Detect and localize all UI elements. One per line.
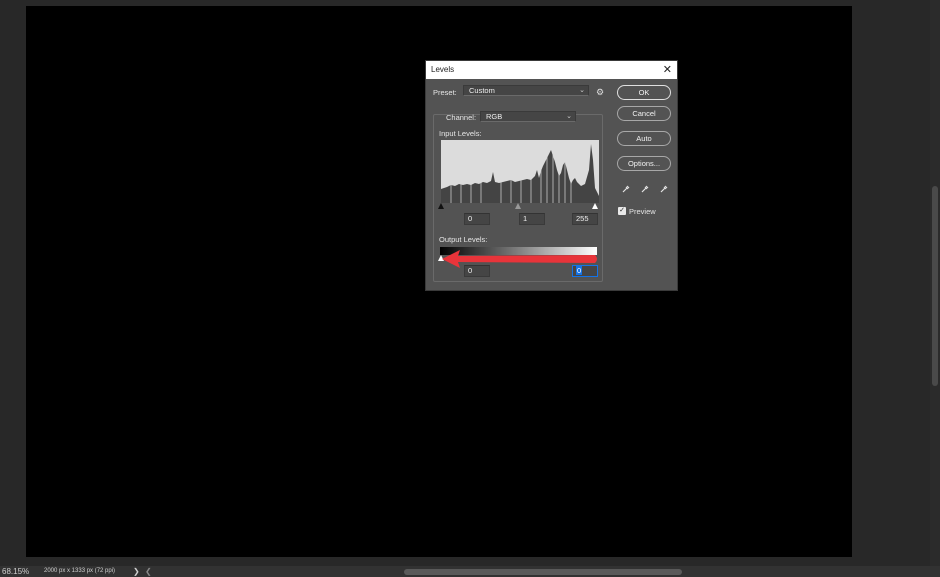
white-eyedropper-icon[interactable]	[660, 184, 669, 193]
input-levels-label: Input Levels:	[439, 129, 482, 138]
output-levels-label: Output Levels:	[439, 235, 488, 244]
dialog-title: Levels	[431, 65, 455, 74]
input-white-slider[interactable]	[592, 203, 598, 209]
input-black-field[interactable]: 0	[464, 213, 490, 225]
black-eyedropper-icon[interactable]	[622, 184, 631, 193]
input-gamma-slider[interactable]	[515, 203, 521, 209]
close-icon[interactable]: ✕	[663, 63, 672, 76]
ok-button[interactable]: OK	[617, 85, 671, 100]
input-gamma-field[interactable]: 1	[519, 213, 545, 225]
input-black-value: 0	[468, 214, 473, 223]
options-button[interactable]: Options...	[617, 156, 671, 171]
histogram	[441, 140, 599, 203]
preview-checkbox[interactable]: ✓	[618, 207, 626, 215]
check-icon: ✓	[619, 207, 625, 214]
gear-icon[interactable]: ⚙	[596, 87, 604, 98]
histogram-graph	[441, 140, 599, 203]
zoom-level[interactable]: 68.15%	[2, 566, 29, 577]
status-expand-icon[interactable]: ❯	[133, 566, 140, 577]
channel-value: RGB	[486, 112, 503, 121]
channel-select[interactable]: RGB ⌄	[480, 111, 576, 122]
input-white-value: 255	[576, 214, 589, 223]
gray-eyedropper-icon[interactable]	[641, 184, 650, 193]
input-white-field[interactable]: 255	[572, 213, 598, 225]
preset-value: Custom	[469, 86, 495, 95]
vertical-scroll-thumb[interactable]	[932, 186, 938, 386]
preview-label: Preview	[629, 207, 656, 216]
document-info: 2000 px x 1333 px (72 ppi)	[44, 568, 116, 574]
chevron-down-icon: ⌄	[579, 87, 585, 94]
dialog-titlebar: Levels ✕	[426, 61, 677, 79]
input-gamma-value: 1	[523, 214, 528, 223]
preset-label: Preset:	[433, 88, 457, 97]
chevron-down-icon: ⌄	[566, 113, 572, 120]
auto-button[interactable]: Auto	[617, 131, 671, 146]
input-black-slider[interactable]	[438, 203, 444, 209]
scroll-left-icon[interactable]: ❮	[145, 566, 152, 577]
cancel-button[interactable]: Cancel	[617, 106, 671, 121]
channel-label: Channel:	[446, 113, 477, 122]
vertical-scrollbar[interactable]	[930, 0, 940, 566]
preset-select[interactable]: Custom ⌄	[463, 85, 589, 96]
annotation-arrow	[442, 250, 597, 268]
horizontal-scroll-thumb[interactable]	[404, 569, 682, 575]
